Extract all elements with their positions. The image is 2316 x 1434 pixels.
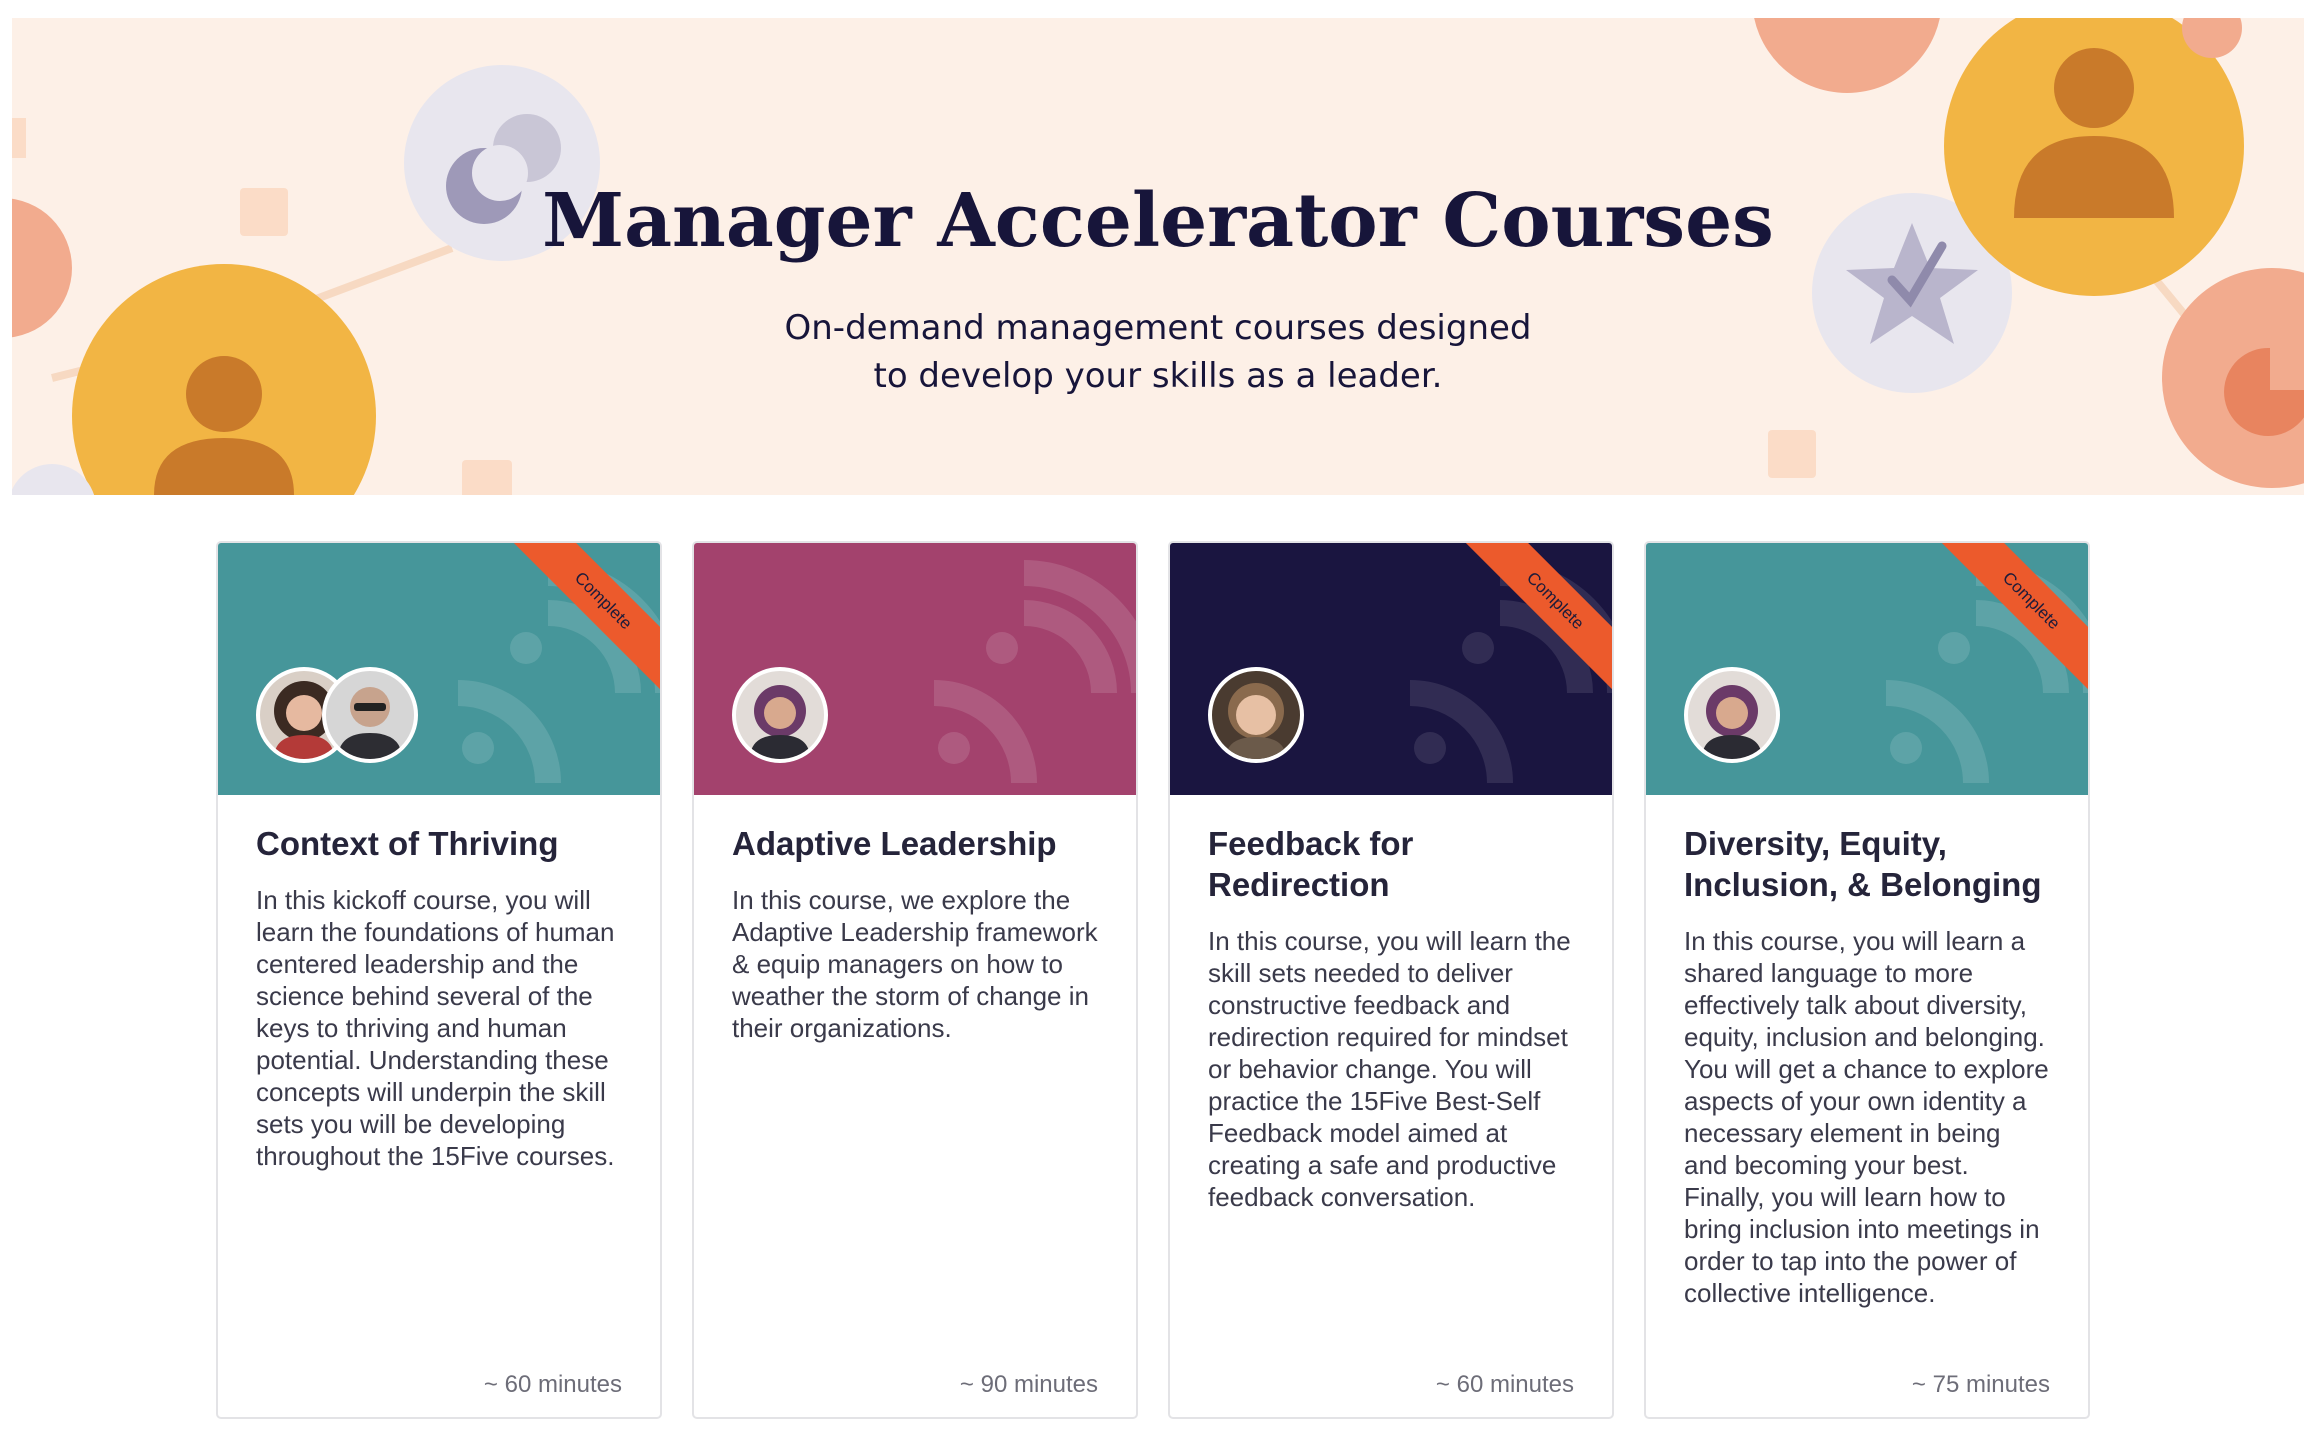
- course-duration: ~ 60 minutes: [1435, 1371, 1574, 1398]
- course-card-body: Adaptive Leadership In this course, we e…: [732, 823, 1098, 1044]
- course-title: Feedback for Redirection: [1208, 825, 1414, 903]
- course-title: Context of Thriving: [256, 825, 559, 862]
- page-title: Manager Accelerator Courses: [542, 178, 1774, 264]
- course-duration: ~ 75 minutes: [1911, 1371, 2050, 1398]
- avatar: [1684, 667, 1780, 763]
- course-card-header: [694, 543, 1136, 795]
- course-card-adaptive-leadership[interactable]: Adaptive Leadership In this course, we e…: [692, 541, 1138, 1419]
- course-duration: ~ 90 minutes: [959, 1371, 1098, 1398]
- course-description: In this course, you will learn a shared …: [1684, 926, 2049, 1308]
- course-title: Adaptive Leadership: [732, 825, 1057, 862]
- course-card-feedback-for-redirection[interactable]: Complete Feedback for Redirection In thi…: [1168, 541, 1614, 1419]
- course-card-body: Feedback for Redirection In this course,…: [1208, 823, 1574, 1213]
- avatar: [732, 667, 828, 763]
- avatar: [322, 667, 418, 763]
- subtitle-line-1: On-demand management courses designed: [784, 308, 1532, 348]
- avatar: [1208, 667, 1304, 763]
- course-card-diversity-equity-inclusion-belonging[interactable]: Complete Diversity, Equity, Inclusion, &…: [1644, 541, 2090, 1419]
- course-duration: ~ 60 minutes: [483, 1371, 622, 1398]
- course-description: In this kickoff course, you will learn t…: [256, 885, 615, 1171]
- course-grid: Complete Context of Thriving In this kic…: [216, 541, 2090, 1421]
- course-description: In this course, we explore the Adaptive …: [732, 885, 1098, 1043]
- course-card-header: Complete: [1170, 543, 1612, 795]
- subtitle-line-2: to develop your skills as a leader.: [873, 356, 1443, 396]
- course-description: In this course, you will learn the skill…: [1208, 926, 1571, 1212]
- course-title: Diversity, Equity, Inclusion, & Belongin…: [1684, 825, 2042, 903]
- page-subtitle: On-demand management courses designed to…: [12, 304, 2304, 400]
- course-card-body: Diversity, Equity, Inclusion, & Belongin…: [1684, 823, 2050, 1309]
- course-card-header: Complete: [1646, 543, 2088, 795]
- hero-banner: Manager Accelerator Courses On-demand ma…: [12, 18, 2304, 495]
- course-card-body: Context of Thriving In this kickoff cour…: [256, 823, 622, 1172]
- course-card-context-of-thriving[interactable]: Complete Context of Thriving In this kic…: [216, 541, 662, 1419]
- course-card-header: Complete: [218, 543, 660, 795]
